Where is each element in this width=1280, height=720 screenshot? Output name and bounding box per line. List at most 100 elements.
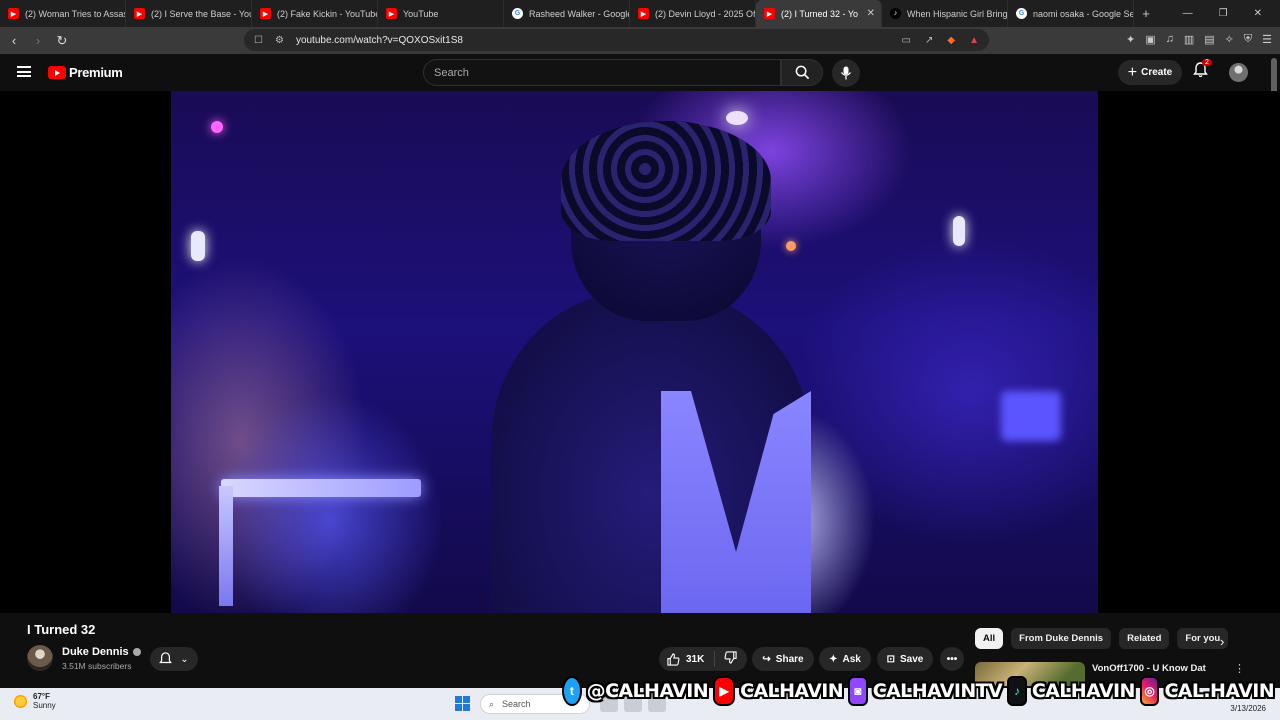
search-button[interactable] — [781, 59, 823, 86]
address-bar-row: ‹ › ↻ ☐ ⚙ youtube.com/watch?v=QOXOSxit1S… — [0, 27, 1280, 54]
stage-light — [786, 241, 796, 251]
channel-avatar[interactable] — [27, 645, 53, 671]
browser-tab[interactable]: ♪ When Hispanic Girl Brings — [882, 0, 1008, 27]
dislike-button[interactable] — [715, 651, 737, 667]
browser-tab[interactable]: ▶ (2) Fake Kickin - YouTube — [252, 0, 378, 27]
share-button[interactable]: ↪ Share — [752, 647, 814, 671]
stage-light — [191, 231, 205, 261]
more-actions-button[interactable]: ••• — [940, 647, 964, 671]
channel-name-text: Duke Dennis — [62, 646, 129, 658]
temperature: 67°F — [33, 692, 50, 701]
youtube-icon: ▶ — [260, 8, 271, 19]
create-button[interactable]: + Create — [1118, 60, 1182, 85]
youtube-icon: ▶ — [764, 8, 775, 19]
share-page-icon[interactable]: ↗ — [925, 35, 933, 46]
bell-icon — [159, 652, 173, 664]
chip-all[interactable]: All — [975, 628, 1004, 649]
microphone-icon — [840, 66, 852, 80]
like-button[interactable]: 31K — [659, 651, 715, 667]
browser-tab[interactable]: ▶ YouTube — [378, 0, 504, 27]
close-window-icon[interactable]: ✕ — [1254, 8, 1262, 19]
sidebar-icon[interactable]: ▥ — [1184, 33, 1194, 46]
url-field[interactable]: ☐ ⚙ youtube.com/watch?v=QOXOSxit1S8 ▭ ↗ … — [244, 29, 989, 51]
voice-search-button[interactable] — [832, 59, 860, 87]
browser-tab[interactable]: Gnaomi osaka - Google Sea — [1008, 0, 1134, 27]
chevron-right-icon[interactable]: › — [1220, 634, 1224, 649]
neon-rail — [221, 479, 421, 497]
video-frame — [171, 91, 1098, 613]
recommendation-filter-chips: All From Duke Dennis Related For you — [975, 628, 1229, 649]
search-input[interactable]: Search — [423, 59, 781, 86]
leo-icon[interactable]: ✧ — [1225, 33, 1234, 46]
minimize-icon[interactable]: — — [1183, 8, 1193, 19]
menu-icon[interactable]: ☰ — [1262, 33, 1272, 46]
ask-button[interactable]: ✦ Ask — [819, 647, 871, 671]
browser-tab[interactable]: G Rasheed Walker - Google — [504, 0, 630, 27]
site-info-icon[interactable]: ⚙ — [275, 35, 284, 46]
taskbar-search-label: Search — [502, 699, 531, 709]
brave-shield-icon[interactable]: ◆ — [947, 35, 955, 46]
youtube-logo-icon — [48, 66, 66, 79]
youtube-icon: ▶ — [386, 8, 397, 19]
restore-icon[interactable]: ❐ — [1219, 8, 1228, 19]
google-icon: G — [512, 8, 523, 19]
reload-icon[interactable]: ↻ — [52, 33, 72, 49]
tiktok-handle: CALHAVIN — [1031, 680, 1136, 702]
video-player[interactable] — [0, 91, 1280, 613]
share-label: Share — [775, 653, 804, 665]
subscription-notifications-button[interactable]: ⌄ — [150, 647, 198, 671]
plus-icon: + — [1127, 63, 1138, 81]
forward-icon[interactable]: › — [28, 33, 48, 48]
extensions-icon[interactable]: ✦ — [1126, 33, 1135, 46]
stage-light — [211, 121, 223, 133]
tiktok-icon: ♪ — [890, 8, 901, 19]
more-horizontal-icon: ••• — [946, 653, 958, 665]
extension-icons: ✦ ▣ ♫ ▥ ▤ ✧ ⛨ ☰ — [1126, 33, 1272, 46]
chip-from-channel[interactable]: From Duke Dennis — [1011, 628, 1112, 649]
tab-label: (2) I Turned 32 - Yo — [781, 8, 859, 19]
weather-widget[interactable]: 67°F Sunny — [14, 692, 56, 710]
chevron-down-icon: ⌄ — [180, 653, 189, 665]
account-avatar[interactable] — [1229, 63, 1248, 82]
browser-tab[interactable]: ▶ (2) Woman Tries to Assas — [0, 0, 126, 27]
stage-light — [953, 216, 965, 246]
hamburger-menu-icon[interactable] — [17, 66, 31, 77]
channel-name[interactable]: Duke Dennis — [62, 646, 141, 658]
vpn-icon[interactable]: ⛨ — [1244, 33, 1252, 46]
close-tab-icon[interactable]: ✕ — [867, 8, 875, 19]
media-icon[interactable]: ♫ — [1166, 33, 1174, 46]
bandana — [561, 121, 771, 241]
create-label: Create — [1141, 67, 1173, 78]
thumbs-up-icon — [667, 652, 680, 666]
youtube-header: Premium Search + Create 2 — [0, 54, 1280, 91]
chip-related[interactable]: Related — [1119, 628, 1170, 649]
browser-tab[interactable]: ▶ (2) I Serve the Base - YouT — [126, 0, 252, 27]
sparkle-icon: ✦ — [829, 653, 838, 665]
youtube-premium-logo[interactable]: Premium — [48, 65, 123, 80]
tab-label: YouTube — [403, 8, 439, 19]
weather-condition: Sunny — [33, 701, 56, 710]
notification-badge: 2 — [1202, 59, 1212, 66]
rewards-icon[interactable]: ▲ — [969, 35, 979, 46]
back-icon[interactable]: ‹ — [4, 33, 24, 48]
save-button[interactable]: ⊡ Save — [877, 647, 933, 671]
browser-tab[interactable]: ▶ (2) Devin Lloyd - 2025 Off — [630, 0, 756, 27]
twitch-handle: CALHAVINTV — [872, 680, 1003, 702]
bookmark-icon[interactable]: ☐ — [254, 35, 263, 46]
notifications-button[interactable]: 2 — [1193, 59, 1212, 83]
neon-panel — [1001, 391, 1061, 441]
wallet-icon[interactable]: ▤ — [1204, 33, 1214, 46]
cast-icon[interactable]: ▭ — [902, 35, 911, 46]
person-silhouette — [491, 121, 811, 613]
ask-label: Ask — [842, 653, 861, 665]
youtube-icon: ▶ — [8, 8, 19, 19]
windows-start-icon[interactable] — [455, 696, 470, 711]
new-tab-icon[interactable]: + — [1134, 6, 1158, 21]
save-label: Save — [900, 653, 924, 665]
tab-label: (2) Fake Kickin - YouTube — [277, 8, 378, 19]
tab-search-icon[interactable]: ▣ — [1145, 33, 1155, 46]
search-icon: ⌕ — [489, 698, 495, 709]
browser-tab-active[interactable]: ▶ (2) I Turned 32 - Yo ✕ — [756, 0, 882, 27]
like-count: 31K — [686, 653, 705, 665]
browser-tab-strip: ▶ (2) Woman Tries to Assas ▶ (2) I Serve t… — [0, 0, 1280, 27]
